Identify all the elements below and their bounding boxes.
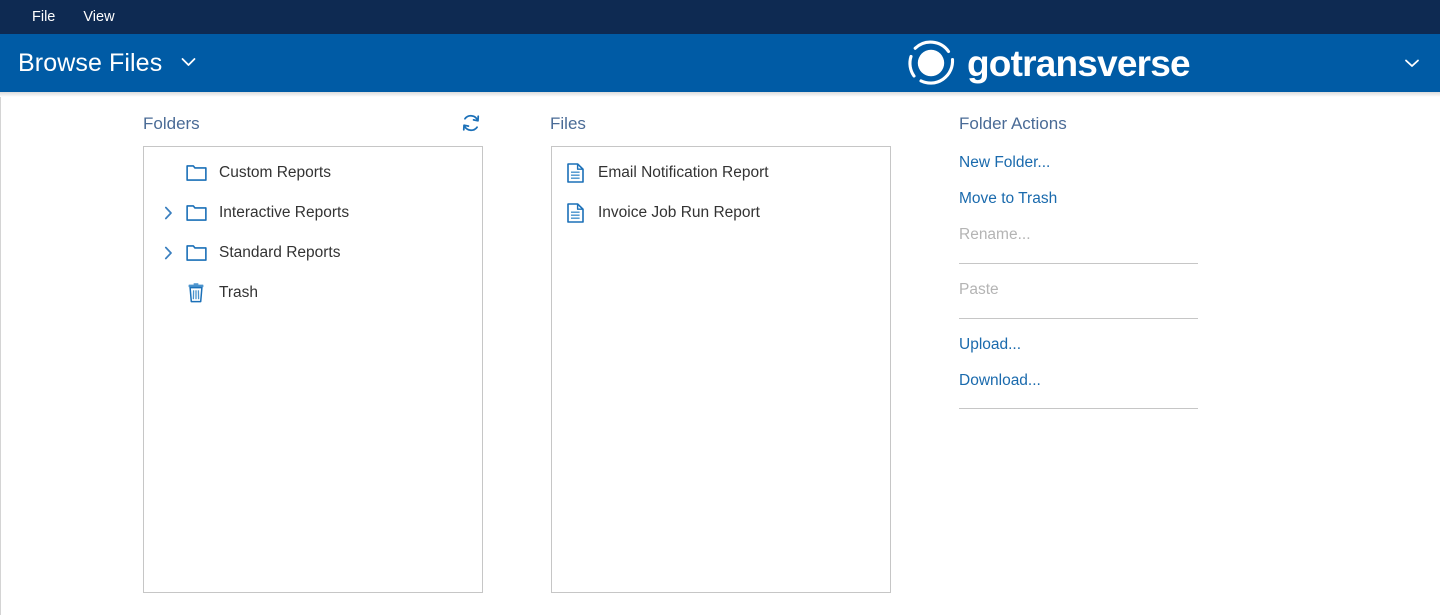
- chevron-right-icon[interactable]: [154, 206, 182, 220]
- brand-name: gotransverse: [967, 42, 1191, 84]
- folder-icon: [182, 204, 210, 222]
- trash-icon: [182, 283, 210, 303]
- file-list-item[interactable]: Email Notification Report: [552, 153, 890, 193]
- files-heading: Files: [550, 114, 586, 133]
- chevron-right-icon[interactable]: [154, 246, 182, 260]
- menu-bar: File View: [0, 0, 1440, 34]
- actions-separator: [959, 263, 1198, 264]
- folder-tree-item[interactable]: Interactive Reports: [144, 193, 482, 233]
- folder-tree-item[interactable]: Standard Reports: [144, 233, 482, 273]
- document-icon: [561, 203, 589, 223]
- brand-logo: gotransverse: [903, 35, 1191, 91]
- action-move-to-trash[interactable]: Move to Trash: [959, 190, 1057, 208]
- folder-tree-item-label: Standard Reports: [219, 244, 341, 261]
- action-download[interactable]: Download...: [959, 372, 1041, 390]
- gotransverse-logo-icon: [903, 35, 959, 91]
- page-title: Browse Files: [18, 48, 163, 77]
- folders-heading: Folders: [143, 114, 200, 133]
- page-title-dropdown[interactable]: Browse Files: [18, 49, 196, 78]
- action-paste: Paste: [959, 281, 999, 298]
- actions-separator: [959, 408, 1198, 409]
- folder-tree-item-label: Trash: [219, 284, 259, 301]
- file-list-item-label: Invoice Job Run Report: [598, 204, 760, 221]
- action-upload[interactable]: Upload...: [959, 336, 1021, 354]
- folder-tree-item[interactable]: Custom Reports: [144, 153, 482, 193]
- main-content: Folders Custom Reports Interactive Repor…: [0, 92, 1440, 615]
- action-new-folder[interactable]: New Folder...: [959, 154, 1050, 172]
- folder-actions-heading: Folder Actions: [959, 114, 1067, 133]
- folder-tree-item-label: Custom Reports: [219, 164, 331, 181]
- actions-separator: [959, 318, 1198, 319]
- chevron-down-icon: [181, 57, 196, 67]
- folder-icon: [182, 244, 210, 262]
- menu-item-file[interactable]: File: [18, 0, 69, 34]
- file-list-item-label: Email Notification Report: [598, 164, 769, 181]
- folder-tree-item-trash[interactable]: Trash: [144, 273, 482, 313]
- document-icon: [561, 163, 589, 183]
- folders-panel: Custom Reports Interactive Reports Stand…: [143, 146, 483, 593]
- action-rename: Rename...: [959, 226, 1031, 243]
- refresh-icon[interactable]: [458, 110, 484, 136]
- app-bar: Browse Files gotransverse: [0, 34, 1440, 97]
- appbar-chevron-down-icon[interactable]: [1404, 58, 1420, 68]
- folder-icon: [182, 164, 210, 182]
- file-list-item[interactable]: Invoice Job Run Report: [552, 193, 890, 233]
- files-panel: Email Notification Report Invoice Job Ru…: [551, 146, 891, 593]
- menu-item-view[interactable]: View: [69, 0, 128, 34]
- folder-tree-item-label: Interactive Reports: [219, 204, 350, 221]
